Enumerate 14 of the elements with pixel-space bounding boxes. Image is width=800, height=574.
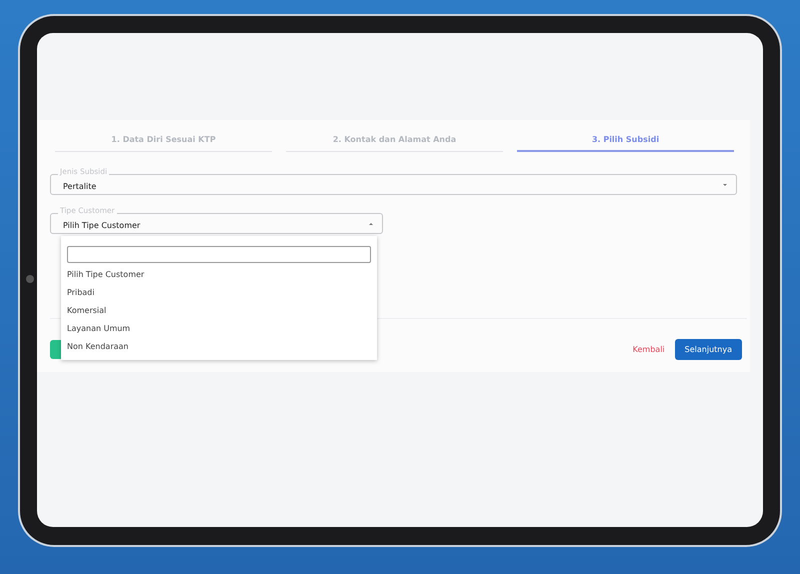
back-link[interactable]: Kembali <box>628 341 669 358</box>
caret-icon <box>369 223 373 225</box>
dropdown-option[interactable]: Pribadi <box>67 284 371 302</box>
search-field[interactable] <box>67 246 371 263</box>
field-value: Pilih Tipe Customer <box>63 220 140 230</box>
camera-dot <box>26 275 34 283</box>
next-button[interactable]: Selanjutnya <box>674 339 742 360</box>
dropdown-option[interactable]: Non Kendaraan <box>67 338 371 356</box>
dropdown-option[interactable]: Layanan Umum <box>67 320 371 338</box>
caret-icon <box>723 184 727 186</box>
select-field[interactable]: Pertalite <box>50 174 737 195</box>
dropdown-option[interactable]: Komersial <box>67 302 371 320</box>
dropdown-option[interactable]: Pilih Tipe Customer <box>67 266 371 284</box>
field-value: Pertalite <box>63 182 96 190</box>
